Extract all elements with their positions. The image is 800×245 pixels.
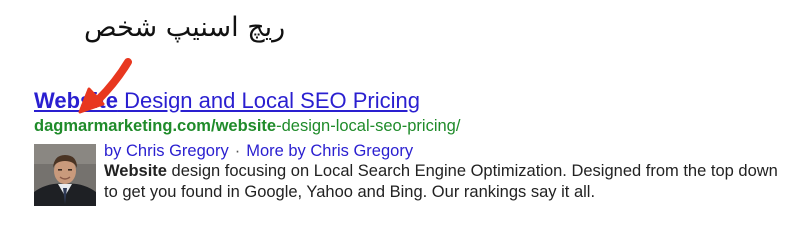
result-title-link[interactable]: Website Design and Local SEO Pricing — [34, 88, 420, 114]
search-result: Website Design and Local SEO Pricing dag… — [34, 88, 794, 206]
title-rest: Design and Local SEO Pricing — [117, 88, 421, 113]
result-url: dagmarmarketing.com/website-design-local… — [34, 116, 794, 136]
snippet-bold-term: Website — [104, 162, 167, 180]
result-snippet: Website design focusing on Local Search … — [104, 161, 784, 203]
author-photo-icon — [34, 144, 96, 206]
snippet-text: design focusing on Local Search Engine O… — [104, 162, 778, 201]
author-line: by Chris Gregory · More by Chris Gregory — [104, 142, 794, 161]
author-avatar[interactable] — [34, 144, 96, 206]
more-by-author-link[interactable]: More by Chris Gregory — [246, 142, 413, 160]
author-separator: · — [234, 142, 241, 160]
result-body: by Chris Gregory · More by Chris Gregory W… — [34, 142, 794, 206]
author-link[interactable]: by Chris Gregory — [104, 142, 229, 160]
title-bold-term: Website — [34, 88, 118, 113]
annotation-caption: ریچ اسنیپ شخص — [84, 12, 286, 43]
url-bold-path: website — [215, 117, 277, 135]
url-rest: -design-local-seo-pricing/ — [276, 117, 461, 135]
result-text: by Chris Gregory · More by Chris Gregory W… — [104, 142, 794, 206]
url-domain: dagmarmarketing.com/ — [34, 117, 216, 135]
